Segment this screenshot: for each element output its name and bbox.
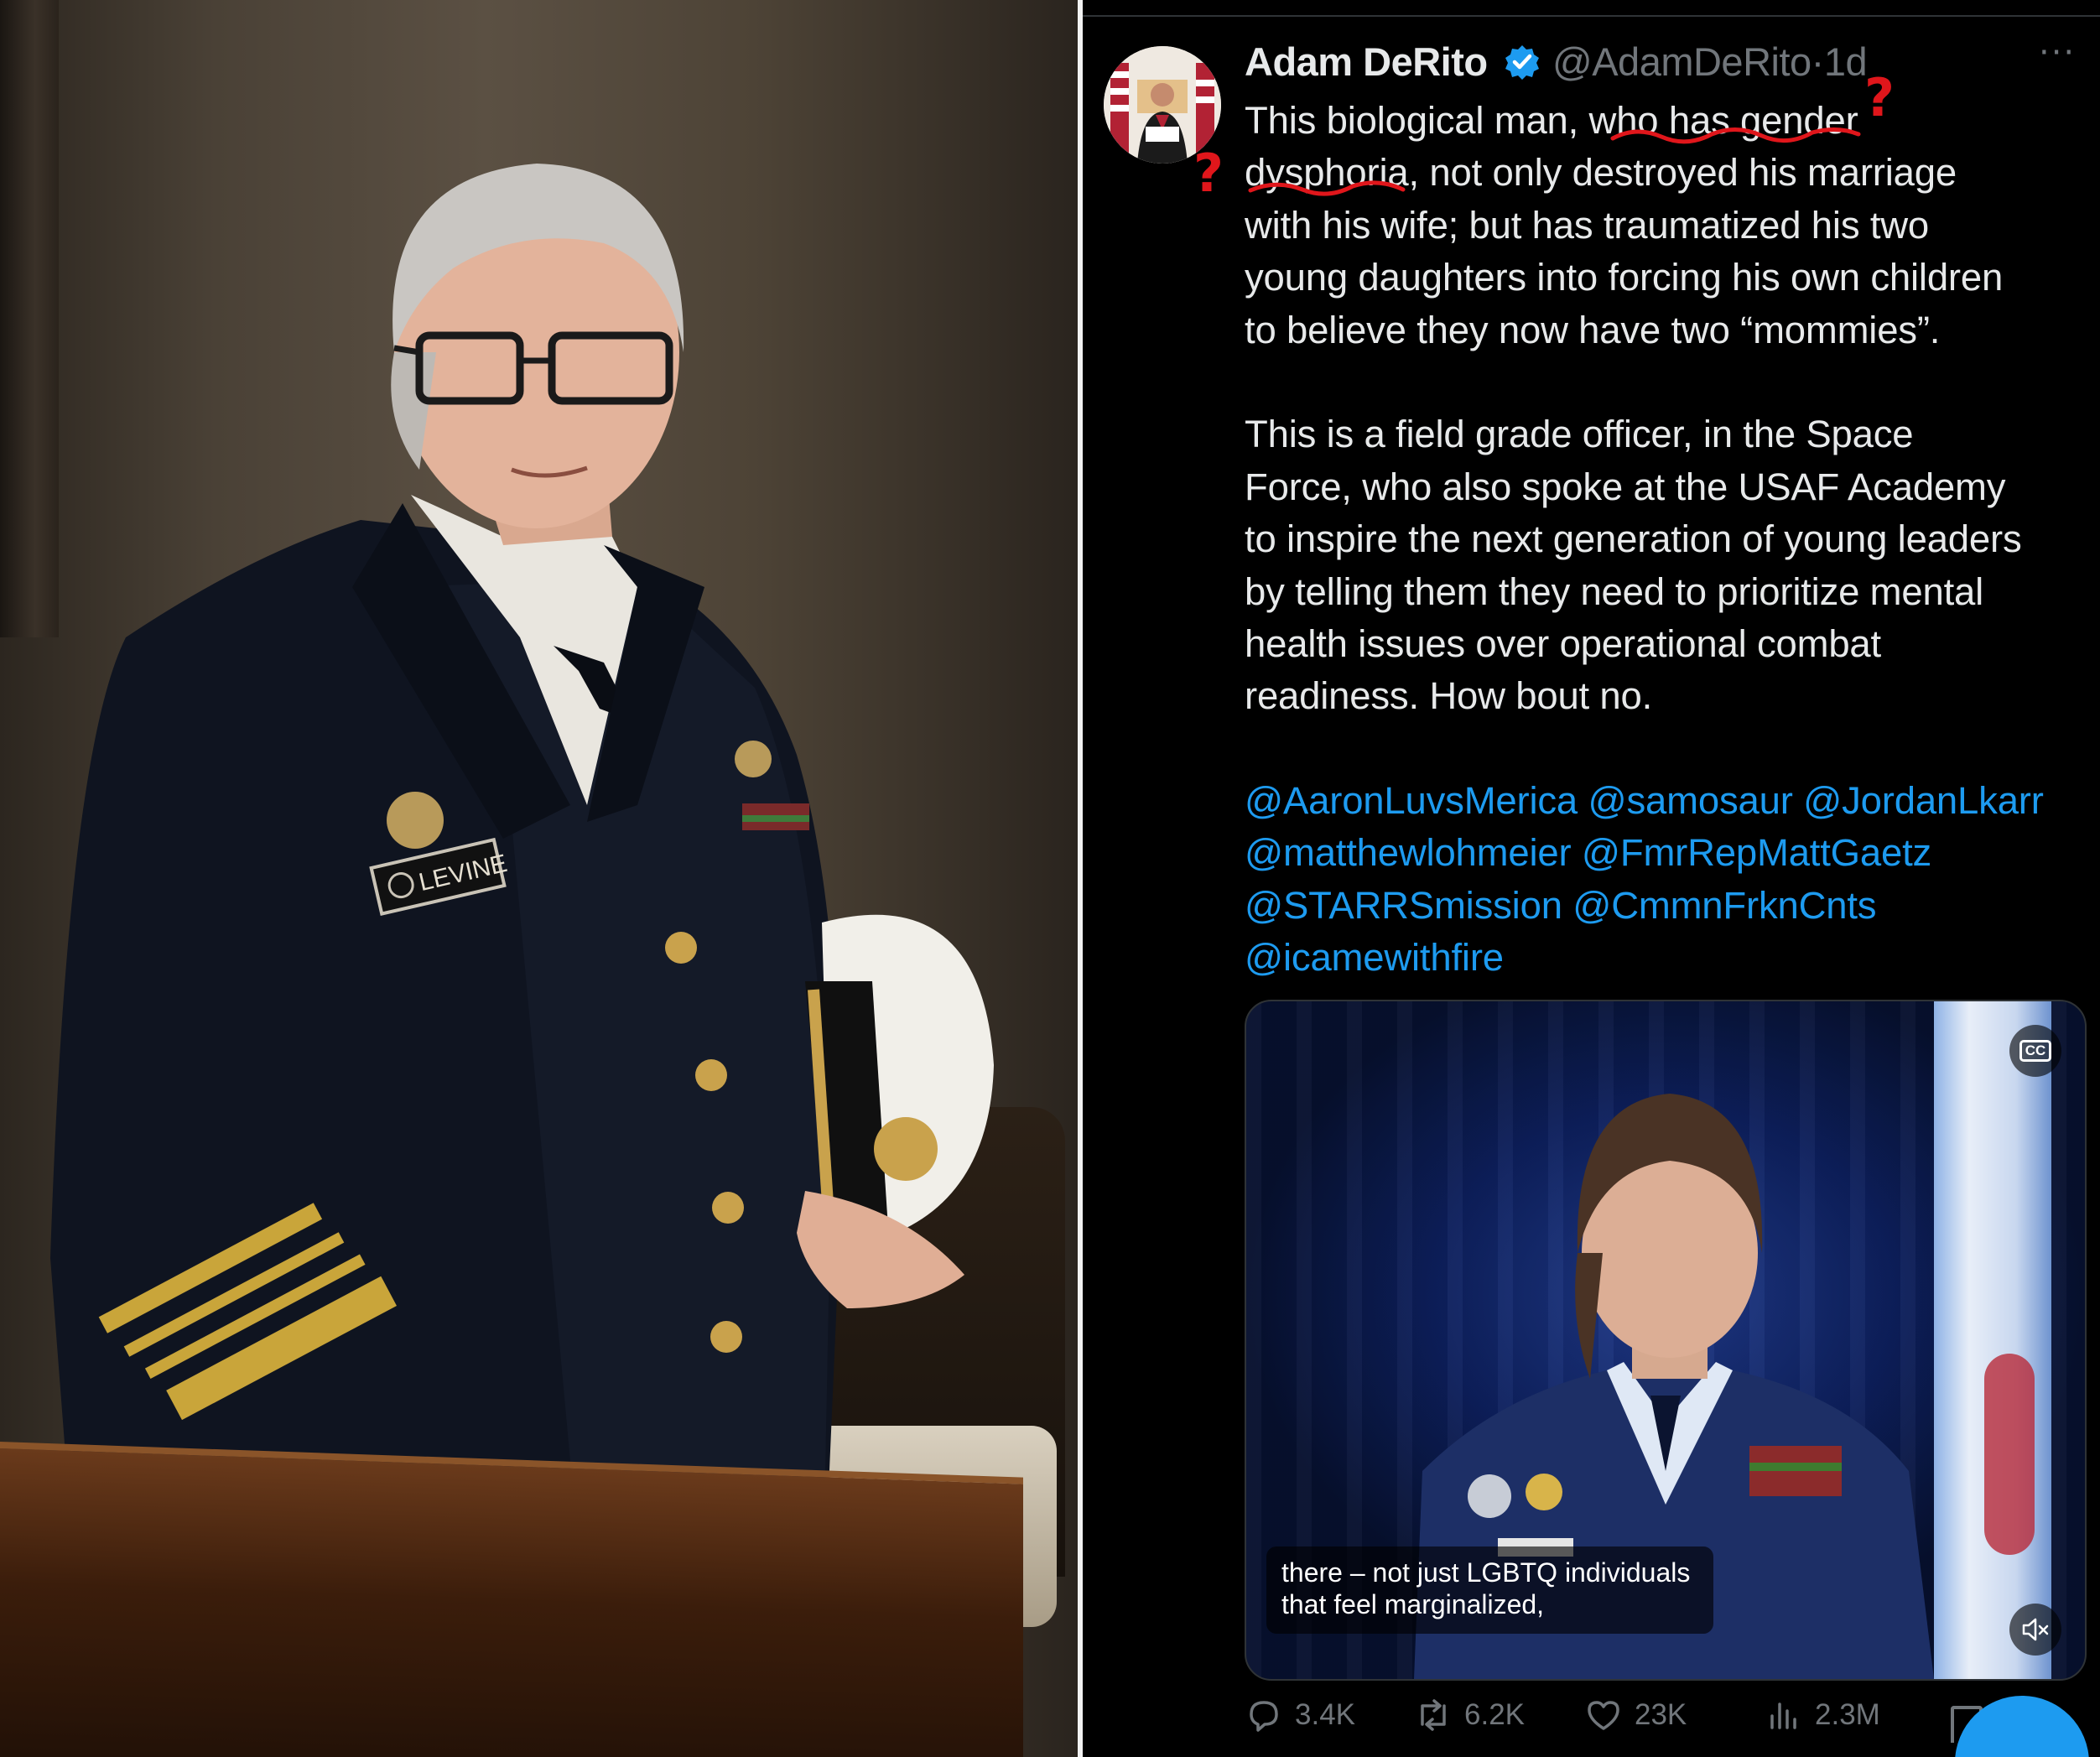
muted-speaker-button[interactable]	[2009, 1604, 2061, 1656]
reply-count: 3.4K	[1295, 1698, 1355, 1731]
heart-icon	[1588, 1701, 1619, 1730]
body-line: by telling them they need to prioritize …	[1245, 569, 1984, 613]
body-line: with his wife; but has traumatized his t…	[1245, 203, 1930, 247]
author-name[interactable]: Adam DeRito	[1245, 39, 1488, 85]
more-options-icon[interactable]: ···	[2039, 34, 2076, 72]
mentions-line: @matthewlohmeier @FmrRepMattGaetz	[1245, 827, 2092, 879]
mention-link[interactable]: @CmmnFrknCnts	[1572, 884, 1876, 927]
cc-icon: CC	[2019, 1040, 2052, 1062]
caption-line: that feel marginalized,	[1281, 1589, 1545, 1619]
underlined-phrase: dysphoria	[1245, 151, 1409, 195]
tweet-time[interactable]: 1d	[1824, 39, 1868, 84]
mention-link[interactable]: @icamewithfire	[1245, 936, 1504, 979]
body-line: Force, who also spoke at the USAF Academ…	[1245, 465, 2006, 508]
body-text: This biological man,	[1245, 99, 1589, 142]
caption-line: there – not just LGBTQ individuals	[1281, 1557, 1691, 1588]
mention-link[interactable]: @STARRSmission	[1245, 884, 1562, 927]
body-line: This is a field grade officer, in the Sp…	[1245, 413, 1914, 456]
top-border	[1083, 15, 2100, 17]
reply-button[interactable]: 3.4K	[1245, 1696, 1355, 1734]
tweet-text: This biological man, who has gender dysp…	[1245, 95, 2092, 985]
underlined-phrase: who has gender	[1588, 99, 1858, 142]
closed-captions-button[interactable]: CC	[2009, 1025, 2061, 1077]
body-line: to believe they now have two “mommies”.	[1245, 308, 1941, 351]
mentions-line: @STARRSmission @CmmnFrknCnts	[1245, 880, 2092, 932]
views-button[interactable]: 2.3M	[1765, 1696, 1880, 1734]
repost-button[interactable]: 6.2K	[1414, 1696, 1525, 1734]
verified-badge-icon	[1505, 45, 1539, 80]
view-count: 2.3M	[1815, 1698, 1880, 1731]
repost-icon	[1421, 1699, 1446, 1731]
mention-link[interactable]: @matthewlohmeier	[1245, 831, 1572, 874]
author-handle[interactable]: @AdamDeRito	[1552, 39, 1812, 84]
author-avatar[interactable]	[1104, 46, 1221, 164]
mention-link[interactable]: @samosaur	[1588, 779, 1793, 822]
wooden-desk	[0, 1441, 1023, 1757]
body-line: to inspire the next generation of young …	[1245, 517, 2022, 561]
body-text: , not only destroyed his marriage	[1408, 151, 1957, 195]
video-player[interactable]: CC there – not just LGBTQ individuals th…	[1245, 1000, 2087, 1681]
mentions-line: @AaronLuvsMerica @samosaur @JordanLkarr	[1245, 775, 2092, 827]
tweet-card: Adam DeRito @AdamDeRito·1d ··· This biol…	[1083, 0, 2100, 1757]
body-line: dysphoria, not only destroyed his marria…	[1245, 147, 2092, 199]
body-line: readiness. How bout no.	[1245, 674, 1653, 718]
mention-link[interactable]: @FmrRepMattGaetz	[1582, 831, 1931, 874]
like-count: 23K	[1635, 1698, 1687, 1731]
reply-icon	[1250, 1701, 1278, 1732]
avatar-image	[1104, 46, 1221, 164]
like-button[interactable]: 23K	[1584, 1696, 1687, 1734]
analytics-bars-icon	[1770, 1702, 1796, 1729]
mention-link[interactable]: @JordanLkarr	[1803, 779, 2044, 822]
body-line: health issues over operational combat	[1245, 621, 1881, 665]
body-line: This biological man, who has gender	[1245, 95, 2092, 147]
repost-count: 6.2K	[1464, 1698, 1525, 1731]
author-handle-time[interactable]: @AdamDeRito·1d	[1552, 39, 1868, 85]
speaker-muted-icon	[2022, 1618, 2049, 1641]
dot-separator: ·	[1811, 39, 1825, 84]
body-line: young daughters into forcing his own chi…	[1245, 256, 2004, 299]
portrait-photo: LEVINE	[0, 0, 1078, 1757]
mention-link[interactable]: @AaronLuvsMerica	[1245, 779, 1578, 822]
video-caption: there – not just LGBTQ individuals that …	[1266, 1546, 1714, 1634]
question-mark-icon: ?	[1193, 143, 1224, 204]
mentions-line: @icamewithfire	[1245, 932, 2092, 984]
